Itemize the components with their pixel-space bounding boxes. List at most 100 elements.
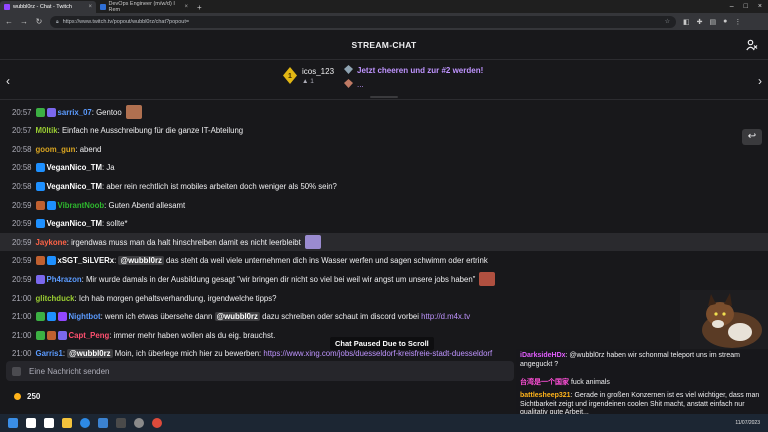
browser-tab-strip: wubbl0rz - Chat - Twitch × DevOps Engine… [0,0,768,13]
chat-badge-icon[interactable] [35,312,45,322]
chat-username[interactable]: Capt_Peng [69,331,110,340]
bits-gem-icon [344,79,353,88]
chat-badge-icon[interactable] [35,200,45,210]
browser-tab-twitch[interactable]: wubbl0rz - Chat - Twitch × [0,1,96,13]
chat-message-row[interactable]: 20:58 VeganNico_TM: aber rein rechtlich i… [0,177,768,195]
bits-gem-icon [344,65,353,74]
twitch-favicon-icon [4,4,10,10]
reply-icon[interactable]: ↩ [742,129,762,145]
chat-message-row[interactable]: 20:59 VibrantNoob: Guten Abend allesamt [0,196,768,214]
emote-icon[interactable] [304,235,321,250]
community-users-icon[interactable] [746,39,758,51]
window-controls: – □ × [730,0,768,13]
leaderboard-collapse-handle[interactable] [370,96,398,98]
terminal-icon[interactable] [116,418,126,428]
chat-badge-icon[interactable] [46,200,56,210]
chat-badge-icon[interactable] [46,330,56,340]
chat-message-row[interactable]: 20:57 sarrix_07: Gentoo [0,103,768,121]
chat-username[interactable]: Jaykone [36,238,67,247]
chat-message-row[interactable]: 20:57 M0ltik: Einfach ne Ausschreibung fü… [0,122,768,140]
leaderboard-prev-icon[interactable]: ‹ [6,74,10,88]
edge-icon[interactable] [80,418,90,428]
chat-badge-icon[interactable] [35,274,45,284]
chat-username[interactable]: goom_gun [36,145,76,154]
profile-icon[interactable]: ● [723,18,727,26]
chat-badge-icon[interactable] [57,330,67,340]
back-icon[interactable]: ← [5,17,13,26]
chat-username[interactable]: VeganNico_TM [47,219,102,228]
cheer-call-to-action[interactable]: Jetzt cheeren und zur #2 werden! [357,66,483,75]
browser-tab-job[interactable]: DevOps Engineer (m/w/d) I Rem × [96,1,192,13]
chat-message-row[interactable]: 20:58 VeganNico_TM: Ja [0,159,768,177]
chat-username[interactable]: Garris1 [36,349,63,358]
chat-username[interactable]: glitchduck [36,294,75,303]
toolbar-icons: ◧ ✚ ▤ ● ⋮ [683,18,741,26]
chat-badge-icon[interactable] [46,256,56,266]
message-link[interactable]: http://d.m4x.tv [421,312,470,321]
puzzle-icon[interactable]: ✚ [697,18,703,26]
chat-message-row[interactable]: 20:59 Ph4razon: Mir wurde damals in der A… [0,270,768,288]
new-tab-icon[interactable]: + [192,1,207,13]
close-tab-icon[interactable]: × [88,4,92,10]
chat-message-row[interactable]: 21:00 glitchduck: Ich hab morgen gehaltsv… [0,289,768,307]
chat-badge-icon[interactable] [35,219,45,229]
chat-username[interactable]: Ph4razon [47,275,82,284]
channel-points-value: 250 [27,392,41,401]
chat-username[interactable]: Nightbot [69,312,101,321]
sidebar-icon[interactable]: ▤ [710,18,717,26]
menu-icon[interactable]: ⋮ [734,18,741,26]
forward-icon[interactable]: → [20,17,28,26]
maximize-icon[interactable]: □ [744,3,748,10]
settings-icon[interactable] [134,418,144,428]
chat-message-row[interactable]: 20:59 Jaykone: irgendwas muss man da halt… [0,233,768,252]
chrome-icon[interactable] [152,418,162,428]
chat-message-row[interactable]: 20:59 xSGT_SiLVERx: @wubbl0rz das steht d… [0,252,768,270]
message-text: : wenn ich etwas übersehe dann [100,312,215,322]
leaderboard-next-icon[interactable]: › [758,74,762,88]
address-bar[interactable]: 🔒︎ https://www.twitch.tv/popout/wubbl0rz… [50,15,676,28]
chat-username[interactable]: sarrix_07 [58,108,92,117]
close-window-icon[interactable]: × [758,3,762,10]
emote-icon[interactable] [479,272,496,287]
file-explorer-icon[interactable] [62,418,72,428]
chat-username[interactable]: VibrantNoob [58,201,105,210]
search-icon[interactable] [26,418,36,428]
chat-message-row[interactable]: 20:59 VeganNico_TM: sollte* [0,215,768,233]
chat-badge-icon[interactable] [35,163,45,173]
chat-badge-icon[interactable] [57,312,67,322]
message-text: : Mir wurde damals in der Ausbildung ges… [81,274,476,284]
extension-icon[interactable]: ◧ [683,18,690,26]
taskbar-clock[interactable]: 11/07/2023 [735,420,768,426]
overlay-chat-line: iDarksideHDx: @wubbl0rz haben wir schonm… [520,352,764,369]
chat-badge-icon[interactable] [46,312,56,322]
mention[interactable]: @wubbl0rz [214,312,260,322]
chat-input[interactable]: Eine Nachricht senden [6,361,514,381]
chat-badge-icon[interactable] [46,107,56,117]
chat-message-row[interactable]: 21:00 Nightbot: wenn ich etwas übersehe d… [0,308,768,326]
chat-settings-icon[interactable] [12,366,21,376]
close-tab-icon[interactable]: × [184,4,188,10]
chat-username[interactable]: VeganNico_TM [47,163,102,172]
mention[interactable]: @wubbl0rz [118,256,164,266]
start-menu-icon[interactable] [8,418,18,428]
chat-message-row[interactable]: 20:58 goom_gun: abend [0,140,768,158]
chat-username[interactable]: xSGT_SiLVERx [58,256,115,265]
taskbar-date: 11/07/2023 [735,420,760,426]
channel-points[interactable]: 250 [14,392,40,401]
chat-username[interactable]: VeganNico_TM [47,182,102,191]
emote-icon[interactable] [125,105,142,119]
mention[interactable]: @wubbl0rz [67,349,113,359]
task-view-icon[interactable] [44,418,54,428]
chat-badge-icon[interactable] [35,256,45,266]
message-link[interactable]: https://www.xing.com/jobs/duesseldorf-kr… [263,349,492,358]
chat-badge-icon[interactable] [35,181,45,191]
bookmark-star-icon[interactable]: ☆ [665,18,670,25]
reload-icon[interactable]: ↻ [35,17,43,26]
store-icon[interactable] [98,418,108,428]
chat-paused-banner[interactable]: Chat Paused Due to Scroll [330,337,434,350]
chat-username[interactable]: M0ltik [36,126,58,135]
minimize-icon[interactable]: – [730,3,734,10]
chat-badge-icon[interactable] [35,330,45,340]
leader-username[interactable]: icos_123 [302,67,334,76]
chat-badge-icon[interactable] [35,107,45,117]
